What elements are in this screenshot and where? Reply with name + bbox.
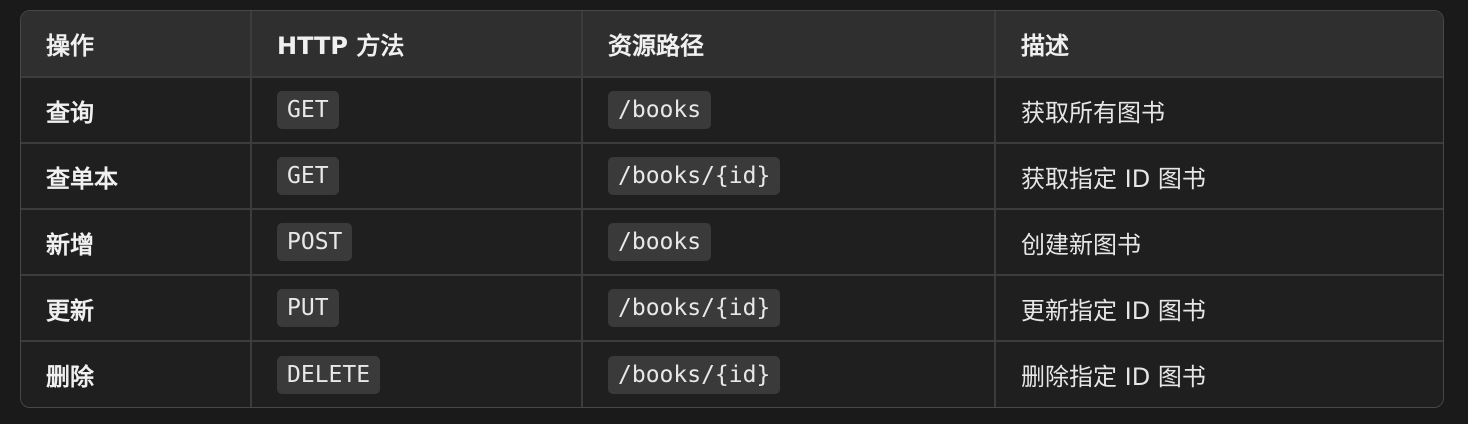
table-body: 查询 GET /books 获取所有图书 查单本 GET /books/{id}… (21, 77, 1443, 407)
path-cell: /books/{id} (582, 341, 996, 407)
method-cell: PUT (251, 275, 583, 342)
header-description: 描述 (995, 11, 1443, 78)
method-code: PUT (277, 289, 339, 327)
method-code: DELETE (277, 355, 381, 394)
path-code: /books/{id} (608, 289, 781, 327)
operation-cell: 查询 (21, 77, 252, 144)
path-code: /books/{id} (608, 355, 781, 394)
api-table: 操作 HTTP 方法 资源路径 描述 查询 GET /books 获取所有图书 … (21, 11, 1443, 407)
method-cell: GET (251, 77, 583, 144)
path-code: /books/{id} (608, 157, 781, 195)
method-cell: POST (251, 209, 583, 276)
description-cell: 更新指定 ID 图书 (995, 275, 1443, 342)
path-cell: /books/{id} (582, 275, 996, 342)
operation-cell: 查单本 (21, 143, 252, 210)
description-cell: 获取所有图书 (995, 77, 1443, 144)
method-cell: DELETE (251, 341, 583, 407)
path-cell: /books/{id} (582, 143, 996, 210)
operation-cell: 更新 (21, 275, 252, 342)
description-cell: 创建新图书 (995, 209, 1443, 276)
table-row: 查询 GET /books 获取所有图书 (21, 77, 1443, 144)
table-row: 更新 PUT /books/{id} 更新指定 ID 图书 (21, 275, 1443, 342)
api-table-container: 操作 HTTP 方法 资源路径 描述 查询 GET /books 获取所有图书 … (20, 10, 1444, 408)
operation-cell: 新增 (21, 209, 252, 276)
header-operation: 操作 (21, 11, 252, 78)
operation-cell: 删除 (21, 341, 252, 407)
description-cell: 删除指定 ID 图书 (1021, 363, 1206, 391)
table-row: 查单本 GET /books/{id} 获取指定 ID 图书 (21, 143, 1443, 210)
path-code: /books (608, 223, 712, 261)
table-header: 操作 HTTP 方法 资源路径 描述 (21, 11, 1443, 78)
path-cell: /books (582, 209, 996, 276)
table-row: 删除 DELETE /books/{id} 删除指定 ID 图书 (21, 341, 1443, 407)
header-row: 操作 HTTP 方法 资源路径 描述 (21, 11, 1443, 78)
method-code: GET (277, 157, 339, 195)
header-http-method: HTTP 方法 (251, 11, 583, 78)
method-cell: GET (251, 143, 583, 210)
method-code: GET (277, 91, 339, 129)
description-cell: 获取指定 ID 图书 (995, 143, 1443, 210)
header-resource-path: 资源路径 (582, 11, 996, 78)
method-code: POST (277, 223, 353, 261)
path-code: /books (608, 91, 712, 129)
path-cell: /books (582, 77, 996, 144)
table-row: 新增 POST /books 创建新图书 (21, 209, 1443, 276)
